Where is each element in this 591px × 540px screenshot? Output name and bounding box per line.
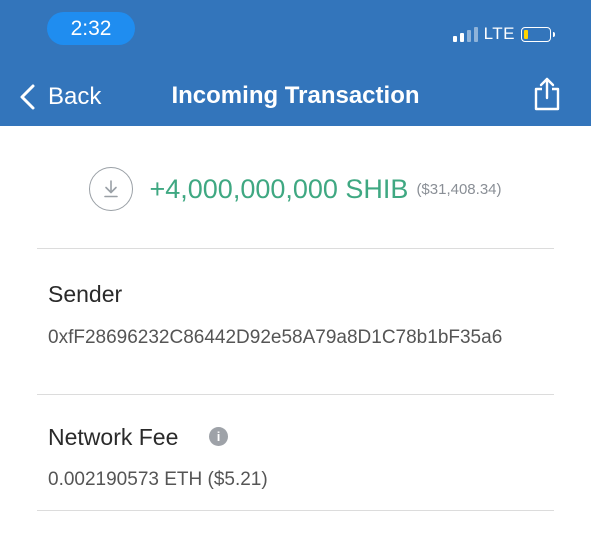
transaction-fiat-value: ($31,408.34) bbox=[416, 180, 502, 198]
divider bbox=[37, 510, 554, 511]
back-label: Back bbox=[48, 83, 102, 110]
transaction-amount-row: +4,000,000,000 SHIB ($31,408.34) bbox=[0, 167, 591, 211]
sender-address[interactable]: 0xfF28696232C86442D92e58A79a8D1C78b1bF35… bbox=[48, 324, 548, 351]
network-fee-value: 0.002190573 ETH ($5.21) bbox=[48, 469, 268, 490]
status-indicators: LTE bbox=[452, 22, 555, 46]
sender-label: Sender bbox=[48, 281, 123, 307]
network-type: LTE bbox=[483, 24, 515, 43]
network-fee-label: Network Fee bbox=[48, 424, 179, 450]
transaction-amount: +4,000,000,000 SHIB bbox=[149, 173, 409, 204]
divider bbox=[37, 394, 554, 395]
battery-icon bbox=[521, 26, 555, 42]
share-icon[interactable] bbox=[532, 76, 562, 112]
signal-icon bbox=[452, 26, 478, 42]
back-button[interactable]: Back bbox=[16, 80, 101, 114]
top-header: 2:32 LTE Back Incoming Transaction bbox=[0, 0, 591, 126]
download-icon bbox=[89, 167, 134, 211]
divider bbox=[37, 248, 554, 249]
chevron-left-icon bbox=[20, 84, 35, 110]
status-time: 2:32 bbox=[47, 12, 135, 45]
info-icon[interactable]: i bbox=[209, 427, 228, 446]
